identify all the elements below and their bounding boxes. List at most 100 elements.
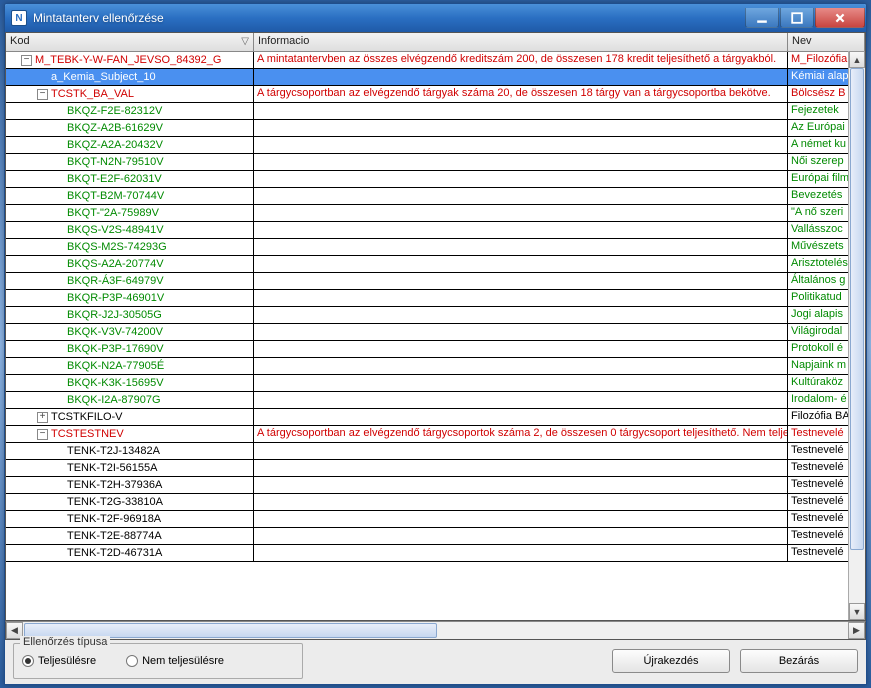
cell-kod: a_Kemia_Subject_10 — [6, 69, 254, 85]
cell-kod-text: BKQZ-A2B-61629V — [67, 122, 163, 134]
table-row[interactable]: TENK-T2J-13482ATestnevelé — [6, 443, 865, 460]
cell-info — [254, 290, 788, 306]
column-nev[interactable]: Nev — [788, 33, 865, 51]
cell-kod-text: TENK-T2I-56155A — [67, 462, 157, 474]
cell-info — [254, 171, 788, 187]
cell-kod-text: TENK-T2H-37936A — [67, 479, 162, 491]
window-title: Mintatanterv ellenőrzése — [33, 11, 745, 25]
horizontal-scrollbar[interactable]: ◀ ▶ — [5, 621, 866, 640]
table-row[interactable]: −M_TEBK-Y-W-FAN_JEVSO_84392_GA mintatant… — [6, 52, 865, 69]
table-row[interactable]: BKQT-N2N-79510VNői szerep — [6, 154, 865, 171]
table-row[interactable]: TENK-T2I-56155ATestnevelé — [6, 460, 865, 477]
cell-info: A tárgycsoportban az elvégzendő tárgycso… — [254, 426, 788, 442]
table-row[interactable]: BKQR-Á3F-64979VÁltalános g — [6, 273, 865, 290]
cell-kod: −M_TEBK-Y-W-FAN_JEVSO_84392_G — [6, 52, 254, 68]
table-row[interactable]: +TCSTKFILO-VFilozófia BA — [6, 409, 865, 426]
collapse-icon[interactable]: − — [21, 55, 32, 66]
table-row[interactable]: BKQT-"2A-75989V"A nő szeri — [6, 205, 865, 222]
vscroll-track[interactable] — [849, 68, 865, 603]
table-row[interactable]: TENK-T2E-88774ATestnevelé — [6, 528, 865, 545]
app-icon: N — [11, 10, 27, 26]
table-row[interactable]: BKQS-V2S-48941VVallásszoc — [6, 222, 865, 239]
table-row[interactable]: BKQK-P3P-17690VProtokoll é — [6, 341, 865, 358]
vertical-scrollbar[interactable]: ▲ ▼ — [848, 51, 865, 620]
column-kod[interactable]: Kod▽ — [6, 33, 254, 51]
table-row[interactable]: TENK-T2F-96918ATestnevelé — [6, 511, 865, 528]
maximize-button[interactable] — [780, 8, 814, 28]
cell-kod: BKQK-V3V-74200V — [6, 324, 254, 340]
radio-dot-icon — [22, 655, 34, 667]
table-row[interactable]: BKQS-A2A-20774VArisztotelés — [6, 256, 865, 273]
minimize-button[interactable] — [745, 8, 779, 28]
table-row[interactable]: TENK-T2G-33810ATestnevelé — [6, 494, 865, 511]
cell-kod-text: BKQS-M2S-74293G — [67, 241, 167, 253]
table-row[interactable]: BKQK-N2A-77905ÉNapjaink m — [6, 358, 865, 375]
cell-kod-text: BKQR-Á3F-64979V — [67, 275, 164, 287]
table-row[interactable]: −TCSTESTNEVA tárgycsoportban az elvégzen… — [6, 426, 865, 443]
bottom-panel: Ellenőrzés típusa Teljesülésre Nem telje… — [5, 640, 866, 684]
hscroll-track[interactable] — [23, 622, 848, 639]
cell-info — [254, 358, 788, 374]
cell-info — [254, 443, 788, 459]
scroll-up-arrow-icon[interactable]: ▲ — [849, 51, 865, 68]
grid-rows: −M_TEBK-Y-W-FAN_JEVSO_84392_GA mintatant… — [6, 52, 865, 620]
app-window: N Mintatanterv ellenőrzése Kod▽ Informac… — [4, 3, 867, 685]
cell-kod-text: BKQK-N2A-77905É — [67, 360, 164, 372]
cell-kod: BKQS-M2S-74293G — [6, 239, 254, 255]
cell-info — [254, 545, 788, 561]
cell-kod-text: TCSTK_BA_VAL — [51, 88, 134, 100]
table-row[interactable]: a_Kemia_Subject_10Kémiai alap — [6, 69, 865, 86]
column-nev-label: Nev — [792, 35, 812, 47]
table-row[interactable]: BKQK-V3V-74200VVilágirodal — [6, 324, 865, 341]
table-row[interactable]: TENK-T2H-37936ATestnevelé — [6, 477, 865, 494]
radio-fulfilled[interactable]: Teljesülésre — [22, 655, 96, 667]
cell-kod-text: BKQK-P3P-17690V — [67, 343, 164, 355]
table-row[interactable]: BKQZ-A2A-20432VA német ku — [6, 137, 865, 154]
table-row[interactable]: −TCSTK_BA_VALA tárgycsoportban az elvégz… — [6, 86, 865, 103]
grid-header: Kod▽ Informacio Nev — [6, 33, 865, 52]
tree-grid[interactable]: Kod▽ Informacio Nev −M_TEBK-Y-W-FAN_JEVS… — [5, 32, 866, 621]
sort-glyph-icon: ▽ — [241, 36, 249, 47]
cell-kod: TENK-T2D-46731A — [6, 545, 254, 561]
titlebar[interactable]: N Mintatanterv ellenőrzése — [5, 4, 866, 32]
table-row[interactable]: BKQZ-F2E-82312VFejezetek — [6, 103, 865, 120]
cell-kod: BKQS-V2S-48941V — [6, 222, 254, 238]
radio-not-fulfilled[interactable]: Nem teljesülésre — [126, 655, 224, 667]
cell-kod: BKQT-B2M-70744V — [6, 188, 254, 204]
table-row[interactable]: BKQS-M2S-74293GMűvészets — [6, 239, 865, 256]
table-row[interactable]: BKQR-P3P-46901VPolitikatud — [6, 290, 865, 307]
collapse-icon[interactable]: − — [37, 89, 48, 100]
table-row[interactable]: BKQK-K3K-15695VKultúraköz — [6, 375, 865, 392]
table-row[interactable]: TENK-T2D-46731ATestnevelé — [6, 545, 865, 562]
cell-info — [254, 392, 788, 408]
radio-fulfilled-label: Teljesülésre — [38, 655, 96, 667]
collapse-icon[interactable]: − — [37, 429, 48, 440]
scroll-down-arrow-icon[interactable]: ▼ — [849, 603, 865, 620]
cell-kod: TENK-T2I-56155A — [6, 460, 254, 476]
scroll-right-arrow-icon[interactable]: ▶ — [848, 622, 865, 639]
table-row[interactable]: BKQZ-A2B-61629VAz Európai — [6, 120, 865, 137]
table-row[interactable]: BKQR-J2J-30505GJogi alapis — [6, 307, 865, 324]
cell-kod-text: a_Kemia_Subject_10 — [51, 71, 156, 83]
cell-kod: TENK-T2H-37936A — [6, 477, 254, 493]
expand-icon[interactable]: + — [37, 412, 48, 423]
cell-kod-text: BKQT-B2M-70744V — [67, 190, 164, 202]
cell-info — [254, 307, 788, 323]
cell-kod: +TCSTKFILO-V — [6, 409, 254, 425]
cell-info — [254, 239, 788, 255]
group-legend: Ellenőrzés típusa — [20, 636, 110, 648]
table-row[interactable]: BKQK-I2A-87907GIrodalom- é — [6, 392, 865, 409]
cell-kod-text: BKQR-J2J-30505G — [67, 309, 162, 321]
column-info[interactable]: Informacio — [254, 33, 788, 51]
close-button[interactable] — [815, 8, 865, 28]
close-dialog-button[interactable]: Bezárás — [740, 649, 858, 673]
restart-button[interactable]: Újrakezdés — [612, 649, 730, 673]
cell-kod-text: BKQT-N2N-79510V — [67, 156, 164, 168]
vscroll-thumb[interactable] — [850, 68, 864, 550]
table-row[interactable]: BKQT-E2F-62031VEurópai film — [6, 171, 865, 188]
table-row[interactable]: BKQT-B2M-70744VBevezetés — [6, 188, 865, 205]
cell-kod-text: TCSTKFILO-V — [51, 411, 123, 423]
radio-dot-icon — [126, 655, 138, 667]
cell-kod: TENK-T2G-33810A — [6, 494, 254, 510]
cell-kod-text: BKQT-"2A-75989V — [67, 207, 159, 219]
